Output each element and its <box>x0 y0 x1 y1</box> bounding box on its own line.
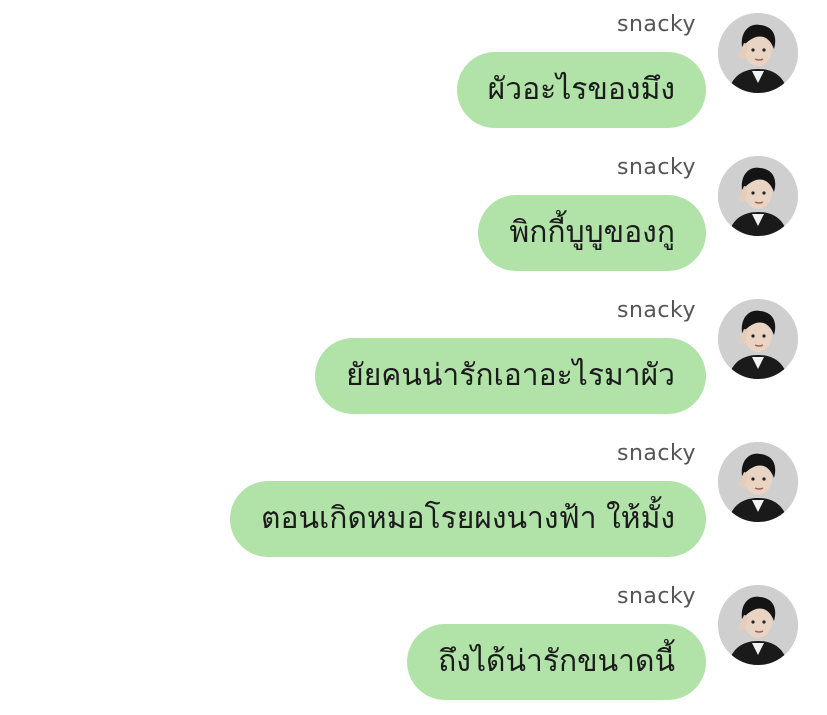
chat-thread: snacky ผัวอะไรของมึง snacky พิกกี้บูบูขอ… <box>0 0 827 714</box>
user-avatar-icon[interactable] <box>718 299 798 379</box>
chat-message: snacky พิกกี้บูบูของกู <box>0 143 827 286</box>
message-bubble[interactable]: ยัยคนน่ารักเอาอะไรมาผัว <box>315 338 706 414</box>
sender-name: snacky <box>617 584 696 609</box>
sender-name: snacky <box>617 12 696 37</box>
chat-message: snacky ตอนเกิดหมอโรยผงนางฟ้า ให้มั้ง <box>0 429 827 572</box>
message-bubble[interactable]: ถึงได้น่ารักขนาดนี้ <box>407 624 706 700</box>
sender-name: snacky <box>617 298 696 323</box>
message-bubble[interactable]: ตอนเกิดหมอโรยผงนางฟ้า ให้มั้ง <box>230 481 706 557</box>
message-bubble[interactable]: พิกกี้บูบูของกู <box>478 195 706 271</box>
user-avatar-icon[interactable] <box>718 442 798 522</box>
chat-message: snacky ยัยคนน่ารักเอาอะไรมาผัว <box>0 286 827 429</box>
user-avatar-icon[interactable] <box>718 13 798 93</box>
user-avatar-icon[interactable] <box>718 156 798 236</box>
user-avatar-icon[interactable] <box>718 585 798 665</box>
message-bubble[interactable]: ผัวอะไรของมึง <box>456 52 706 128</box>
sender-name: snacky <box>617 155 696 180</box>
sender-name: snacky <box>617 441 696 466</box>
chat-message: snacky ถึงได้น่ารักขนาดนี้ <box>0 572 827 715</box>
chat-message: snacky ผัวอะไรของมึง <box>0 0 827 143</box>
